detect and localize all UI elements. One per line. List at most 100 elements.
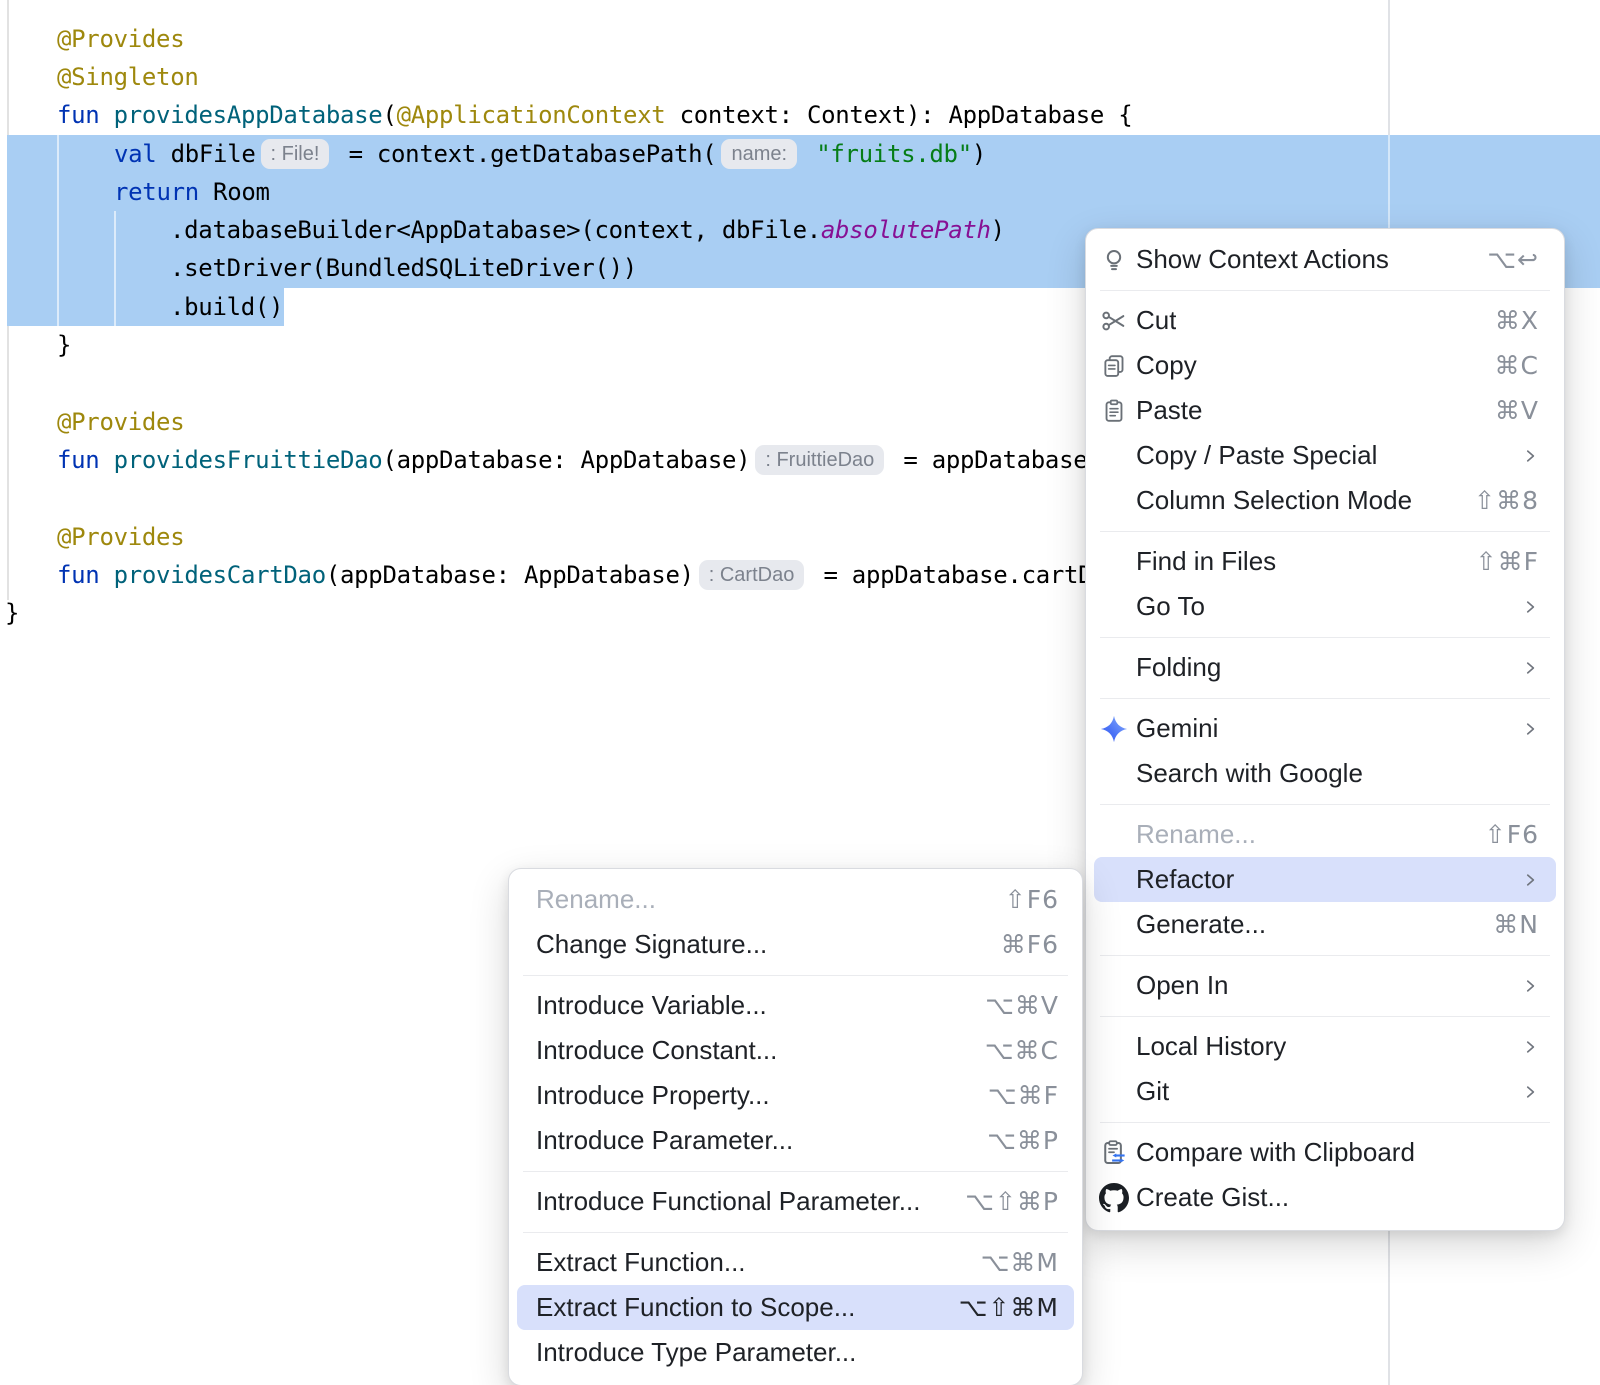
- code-line[interactable]: .setDriver(BundledSQLiteDriver()): [170, 249, 637, 287]
- menu-shortcut: ⌥⌘M: [981, 1248, 1059, 1277]
- menu-item-right: ⌘F6: [1001, 930, 1059, 959]
- code-token: }: [57, 331, 71, 359]
- code-line[interactable]: fun providesAppDatabase(@ApplicationCont…: [57, 96, 1132, 134]
- menu-item-right: ⌥⌘C: [985, 1036, 1059, 1065]
- menu-shortcut: ⌥⌘C: [985, 1036, 1059, 1065]
- code-line[interactable]: }: [5, 594, 19, 632]
- menu-item-right: [1511, 1038, 1539, 1056]
- code-line[interactable]: fun providesFruittieDao(appDatabase: App…: [57, 441, 1087, 479]
- menu-item-right: [1511, 720, 1539, 738]
- menu-item-column-selection-mode[interactable]: Column Selection Mode⇧⌘8: [1094, 478, 1556, 523]
- menu-item-right: ⇧⌘8: [1474, 486, 1539, 515]
- menu-separator: [1100, 629, 1550, 645]
- code-line[interactable]: return Room: [114, 173, 270, 211]
- code-line[interactable]: @Singleton: [57, 58, 199, 96]
- menu-item-right: ⌥⌘P: [987, 1126, 1059, 1155]
- code-line[interactable]: .databaseBuilder<AppDatabase>(context, d…: [170, 211, 1005, 249]
- menu-item-label: Rename...: [536, 884, 656, 915]
- menu-item-copy-paste-special[interactable]: Copy / Paste Special: [1094, 433, 1556, 478]
- code-line[interactable]: .build(): [170, 288, 283, 326]
- menu-separator: [523, 967, 1068, 983]
- menu-item-find-in-files[interactable]: Find in Files⇧⌘F: [1094, 539, 1556, 584]
- code-line[interactable]: @Provides: [57, 20, 184, 58]
- menu-separator: [1100, 1114, 1550, 1130]
- menu-shortcut: ⌘C: [1495, 351, 1539, 380]
- menu-item-folding[interactable]: Folding: [1094, 645, 1556, 690]
- menu-separator: [1100, 796, 1550, 812]
- menu-item-label: Gemini: [1136, 713, 1218, 744]
- code-line[interactable]: fun providesCartDao(appDatabase: AppData…: [57, 556, 1092, 594]
- menu-shortcut: ⌥⇧⌘P: [965, 1187, 1059, 1216]
- menu-shortcut: ⌘X: [1495, 306, 1539, 335]
- code-line[interactable]: }: [57, 326, 71, 364]
- code-line[interactable]: @Provides: [57, 518, 184, 556]
- menu-item-local-history[interactable]: Local History: [1094, 1024, 1556, 1069]
- code-token: Room: [213, 178, 270, 206]
- code-line[interactable]: @Provides: [57, 403, 184, 441]
- menu-item-show-context-actions[interactable]: Show Context Actions⌥↩: [1094, 237, 1556, 282]
- menu-item-extract-function[interactable]: Extract Function...⌥⌘M: [517, 1240, 1074, 1285]
- code-token: .databaseBuilder<AppDatabase>(context, d…: [170, 216, 821, 244]
- menu-item-right: ⌘V: [1495, 396, 1539, 425]
- submenu-arrow-icon: [1521, 977, 1539, 995]
- paste-icon: [1099, 396, 1129, 426]
- menu-item-label: Rename...: [1136, 819, 1256, 850]
- menu-separator: [1100, 690, 1550, 706]
- menu-item-go-to[interactable]: Go To: [1094, 584, 1556, 629]
- menu-item-cut[interactable]: Cut⌘X: [1094, 298, 1556, 343]
- menu-item-git[interactable]: Git: [1094, 1069, 1556, 1114]
- menu-item-right: ⌥⇧⌘P: [965, 1187, 1059, 1216]
- scissors-icon: [1099, 306, 1129, 336]
- menu-item-open-in[interactable]: Open In: [1094, 963, 1556, 1008]
- indent-guide-in-selection: [57, 135, 59, 326]
- menu-separator: [1100, 523, 1550, 539]
- menu-item-label: Paste: [1136, 395, 1203, 426]
- menu-item-introduce-functional-parameter[interactable]: Introduce Functional Parameter...⌥⇧⌘P: [517, 1179, 1074, 1224]
- menu-item-right: ⌥⇧⌘M: [959, 1293, 1059, 1322]
- menu-item-introduce-constant[interactable]: Introduce Constant...⌥⌘C: [517, 1028, 1074, 1073]
- menu-separator: [523, 1224, 1068, 1240]
- menu-item-generate[interactable]: Generate...⌘N: [1094, 902, 1556, 947]
- menu-item-label: Refactor: [1136, 864, 1234, 895]
- menu-item-right: [1511, 447, 1539, 465]
- menu-item-right: ⌥⌘F: [988, 1081, 1059, 1110]
- menu-item-right: ⇧⌘F: [1476, 547, 1539, 576]
- menu-item-refactor[interactable]: Refactor: [1094, 857, 1556, 902]
- menu-item-introduce-property[interactable]: Introduce Property... ⌥⌘F: [517, 1073, 1074, 1118]
- code-token: @Provides: [57, 25, 184, 53]
- menu-item-label: Introduce Property...: [536, 1080, 770, 1111]
- menu-item-paste[interactable]: Paste ⌘V: [1094, 388, 1556, 433]
- menu-shortcut: ⇧F6: [1005, 885, 1059, 914]
- code-token: dbFile: [171, 140, 256, 168]
- menu-item-copy[interactable]: Copy⌘C: [1094, 343, 1556, 388]
- menu-item-compare-with-clipboard[interactable]: Compare with Clipboard: [1094, 1130, 1556, 1175]
- code-token: @ApplicationContext: [397, 101, 666, 129]
- gemini-icon: [1099, 714, 1129, 744]
- menu-item-change-signature[interactable]: Change Signature...⌘F6: [517, 922, 1074, 967]
- code-line[interactable]: val dbFile: File! = context.getDatabaseP…: [114, 135, 986, 173]
- code-token: providesAppDatabase: [114, 101, 383, 129]
- code-token: providesFruittieDao: [114, 446, 383, 474]
- code-token: [802, 140, 816, 168]
- menu-item-search-with-google[interactable]: Search with Google: [1094, 751, 1556, 796]
- menu-item-introduce-parameter[interactable]: Introduce Parameter...⌥⌘P: [517, 1118, 1074, 1163]
- menu-shortcut: ⌘F6: [1001, 930, 1059, 959]
- menu-item-label: Git: [1136, 1076, 1169, 1107]
- menu-item-rename[interactable]: Rename...⇧F6: [1094, 812, 1556, 857]
- menu-item-introduce-type-parameter[interactable]: Introduce Type Parameter...: [517, 1330, 1074, 1375]
- menu-item-extract-function-to-scope[interactable]: Extract Function to Scope...⌥⇧⌘M: [517, 1285, 1074, 1330]
- menu-item-label: Open In: [1136, 970, 1229, 1001]
- menu-item-right: ⇧F6: [1005, 885, 1059, 914]
- menu-item-gemini[interactable]: Gemini: [1094, 706, 1556, 751]
- menu-item-introduce-variable[interactable]: Introduce Variable...⌥⌘V: [517, 983, 1074, 1028]
- compare-icon: [1099, 1138, 1129, 1168]
- code-token: "fruits.db": [816, 140, 972, 168]
- menu-item-right: [1511, 659, 1539, 677]
- menu-separator: [1100, 947, 1550, 963]
- menu-item-rename[interactable]: Rename... ⇧F6: [517, 877, 1074, 922]
- submenu-arrow-icon: [1521, 598, 1539, 616]
- indent-guide-in-selection: [114, 211, 116, 326]
- inlay-hint: : CartDao: [699, 560, 805, 590]
- menu-item-create-gist[interactable]: Create Gist...: [1094, 1175, 1556, 1220]
- code-token: (: [382, 101, 396, 129]
